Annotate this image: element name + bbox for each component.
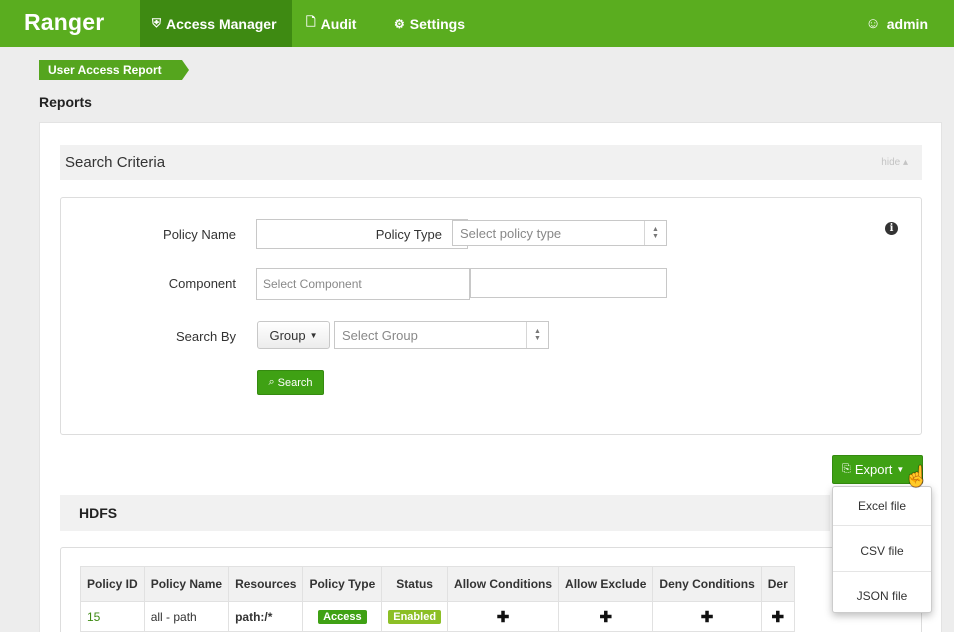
resources-cell: path:/* <box>228 601 304 632</box>
gear-icon: ⚙ <box>394 16 405 31</box>
user-menu[interactable]: ☺ admin <box>853 0 940 47</box>
hdfs-policy-table: Policy ID Policy Name Resources Policy T… <box>80 566 795 632</box>
search-button[interactable]: ⌕ Search <box>257 370 324 395</box>
search-by-value: Group <box>269 327 306 343</box>
component-placeholder: Select Component <box>263 277 362 291</box>
nav-access-manager-label: Access Manager <box>166 15 277 32</box>
nav-audit-label: Audit <box>320 15 357 32</box>
policy-type-select[interactable]: Select policy type ▲ ▼ <box>452 220 667 246</box>
export-excel-option[interactable]: Excel file <box>833 499 931 513</box>
plus-icon[interactable]: ✚ <box>497 609 510 626</box>
policy-name-cell: all - path <box>143 601 230 632</box>
caret-down-icon: ▼ <box>309 330 318 340</box>
search-button-label: Search <box>277 376 313 389</box>
search-by-label: Search By <box>176 329 236 344</box>
brand-logo[interactable]: Ranger <box>24 9 104 36</box>
group-select[interactable]: Select Group ▲ ▼ <box>334 321 549 349</box>
component-label: Component <box>168 276 236 291</box>
policy-type-label: Policy Type <box>375 227 442 242</box>
shield-icon: ⛨ <box>152 16 162 30</box>
top-navbar: Ranger ⛨ Access Manager 🗋 Audit ⚙ Settin… <box>0 0 954 47</box>
search-criteria-title: Search Criteria <box>65 154 166 171</box>
hide-toggle[interactable]: hide ▴ <box>881 157 908 168</box>
policy-id-link[interactable]: 15 <box>87 610 100 624</box>
policy-type-badge: Access <box>318 610 367 624</box>
chevron-down-icon: ▲ ▼ <box>644 221 666 245</box>
user-name: admin <box>886 15 928 32</box>
column-header[interactable]: Der <box>760 566 795 602</box>
plus-icon[interactable]: ✚ <box>701 609 714 626</box>
column-header[interactable]: Policy ID <box>80 566 145 602</box>
column-header[interactable]: Allow Conditions <box>447 566 560 602</box>
nav-settings[interactable]: ⚙ Settings <box>382 0 477 47</box>
plus-icon[interactable]: ✚ <box>599 609 612 626</box>
nav-settings-label: Settings <box>409 15 465 32</box>
column-header[interactable]: Allow Exclude <box>558 566 654 602</box>
search-by-dropdown[interactable]: Group ▼ <box>257 321 330 349</box>
export-label: Export <box>854 462 893 477</box>
column-header[interactable]: Resources <box>228 566 304 602</box>
search-criteria-header: Search Criteria hide ▴ <box>60 145 922 180</box>
hide-label: hide <box>881 157 901 168</box>
chevron-down-icon: ▲ ▼ <box>526 322 548 348</box>
component-input-extension <box>470 268 667 298</box>
hand-cursor-icon: ☝ <box>904 466 929 488</box>
plus-icon[interactable]: ✚ <box>771 609 784 626</box>
export-dropdown-menu: Excel file CSV file JSON file <box>832 486 932 613</box>
column-header[interactable]: Deny Conditions <box>652 566 762 602</box>
user-icon: ☺ <box>865 15 881 32</box>
file-icon: 🗋 <box>306 15 316 29</box>
page-title: Reports <box>39 94 92 110</box>
policy-name-label: Policy Name <box>163 227 236 242</box>
nav-access-manager[interactable]: ⛨ Access Manager <box>140 0 292 47</box>
info-icon[interactable]: i <box>885 222 898 235</box>
column-header[interactable]: Status <box>381 566 449 602</box>
column-header[interactable]: Policy Name <box>143 566 230 602</box>
chevron-up-icon: ▴ <box>902 157 908 168</box>
table-row: 15 all - path path:/* Access Enabled ✚ ✚… <box>80 601 795 632</box>
status-badge: Enabled <box>388 610 442 624</box>
policy-type-placeholder: Select policy type <box>460 225 562 241</box>
component-input[interactable]: Select Component <box>256 268 470 300</box>
column-header[interactable]: Policy Type <box>302 566 383 602</box>
export-csv-option[interactable]: CSV file <box>833 544 931 558</box>
hdfs-section-header: HDFS <box>60 495 830 531</box>
menu-divider <box>833 571 931 572</box>
group-placeholder: Select Group <box>342 327 418 343</box>
hdfs-title: HDFS <box>79 505 118 521</box>
nav-audit[interactable]: 🗋 Audit <box>294 0 368 47</box>
search-icon: ⌕ <box>268 376 275 388</box>
menu-divider <box>833 525 931 526</box>
export-icon: ⎘ <box>842 463 851 475</box>
breadcrumb[interactable]: User Access Report <box>39 60 189 80</box>
export-json-option[interactable]: JSON file <box>833 589 931 603</box>
